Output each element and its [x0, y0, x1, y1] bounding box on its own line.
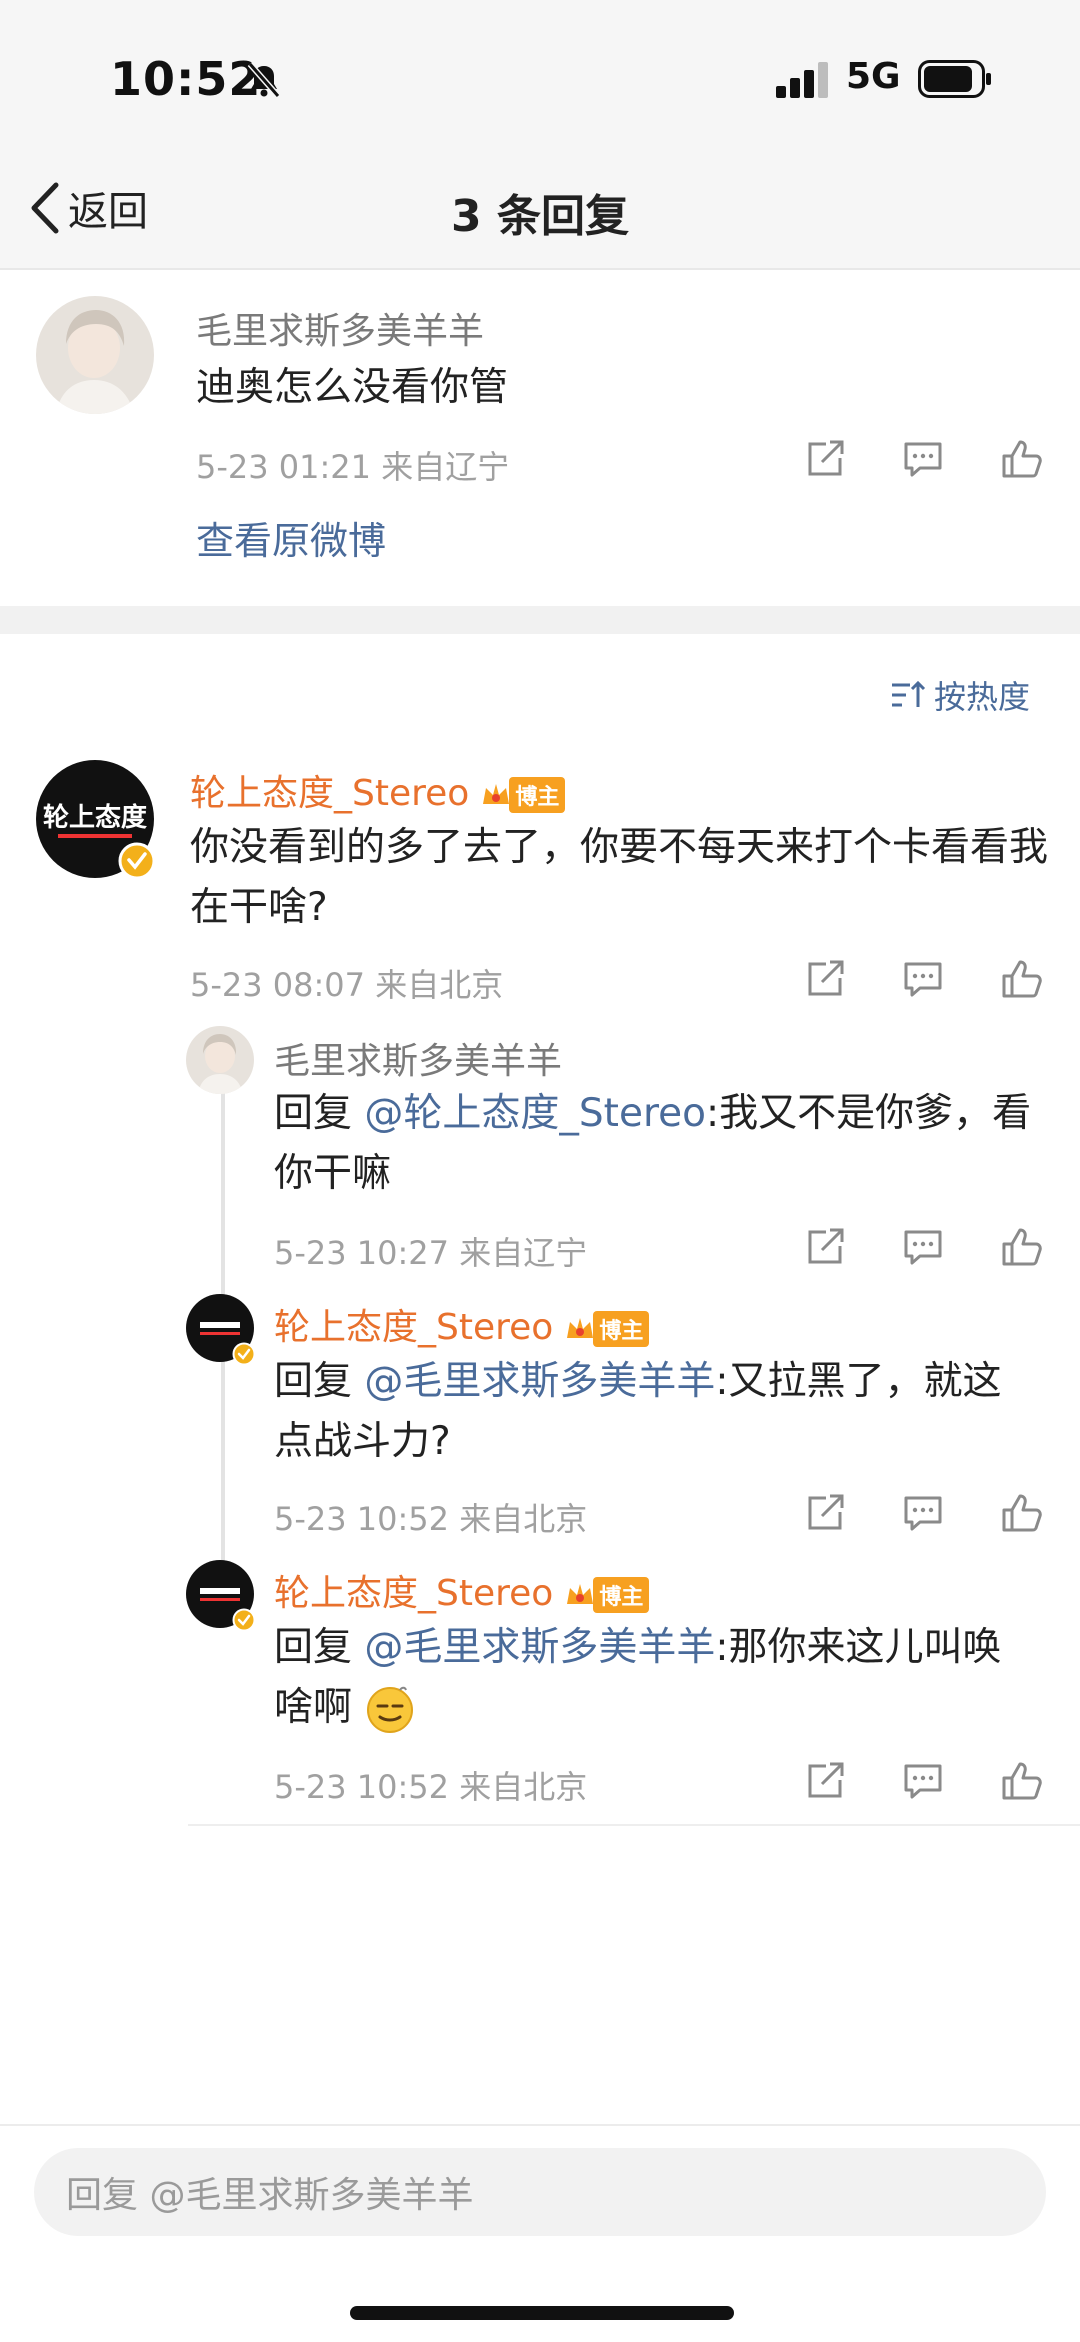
comment-actions — [804, 438, 1042, 480]
share-icon[interactable] — [804, 438, 846, 480]
share-icon[interactable] — [804, 958, 846, 1000]
bell-slash-icon — [247, 62, 281, 98]
avatar-logo-text: 轮上态度 — [43, 802, 147, 833]
comment-icon[interactable] — [902, 958, 944, 1000]
comment-text: 迪奥怎么没看你管 — [196, 365, 509, 410]
battery-icon — [918, 60, 991, 98]
badge-label: 博主 — [593, 1311, 650, 1347]
comment-text: 你没看到的多了去了，你要不每天来打个卡看看我在干啥? — [190, 825, 1049, 930]
reply-meta: 5-23 10:52 来自北京 — [274, 1500, 588, 1538]
page-title: 3 条回复 — [451, 191, 629, 242]
smirk-emoji-icon — [367, 1686, 414, 1733]
comment-meta: 5-23 01:21 来自辽宁 — [196, 448, 510, 486]
comment-meta: 5-23 08:07 来自北京 — [190, 966, 504, 1004]
badge-label: 博主 — [509, 777, 566, 813]
comment-author[interactable]: 毛里求斯多美羊羊 — [196, 302, 484, 354]
reply-actions — [804, 1492, 1042, 1534]
reply-text: 回复 @毛里求斯多美羊羊:又拉黑了，就这点战斗力? — [274, 1352, 1034, 1472]
signal-icon — [776, 62, 828, 98]
avatar[interactable] — [186, 1026, 254, 1094]
reply-actions — [804, 1226, 1042, 1268]
mention-link[interactable]: @轮上态度_Stereo — [364, 1091, 706, 1136]
crown-icon — [483, 784, 510, 804]
like-icon[interactable] — [1000, 438, 1042, 480]
blogger-badge: 博主 — [563, 1577, 650, 1613]
blogger-badge: 博主 — [479, 777, 566, 813]
reply-meta: 5-23 10:52 来自北京 — [274, 1768, 588, 1806]
verified-icon — [118, 842, 156, 880]
share-icon[interactable] — [804, 1492, 846, 1534]
status-time: 10:52 — [110, 52, 262, 106]
divider — [0, 2124, 1080, 2126]
comment-icon[interactable] — [902, 1226, 944, 1268]
crown-icon — [567, 1318, 594, 1338]
reply-prefix: 回复 — [274, 1625, 365, 1670]
home-indicator[interactable] — [350, 2306, 734, 2320]
reply-actions — [804, 1760, 1042, 1802]
reply-meta: 5-23 10:27 来自辽宁 — [274, 1234, 588, 1272]
reply-prefix: 回复 — [274, 1359, 365, 1404]
divider — [188, 1824, 1080, 1826]
view-original-link[interactable]: 查看原微博 — [196, 510, 386, 565]
share-icon[interactable] — [804, 1226, 846, 1268]
reply-author[interactable]: 轮上态度_Stereo 博主 — [274, 1298, 650, 1350]
like-icon[interactable] — [1000, 958, 1042, 1000]
sort-icon — [892, 680, 926, 707]
comment-icon[interactable] — [902, 1760, 944, 1802]
like-icon[interactable] — [1000, 1492, 1042, 1534]
section-separator — [0, 606, 1080, 634]
author-name: 轮上态度_Stereo — [274, 1573, 554, 1614]
like-icon[interactable] — [1000, 1760, 1042, 1802]
author-name: 轮上态度_Stereo — [274, 1307, 554, 1348]
reply-text: 回复 @毛里求斯多美羊羊:那你来这儿叫唤啥啊 — [274, 1618, 1034, 1738]
reply-author[interactable]: 毛里求斯多美羊羊 — [274, 1032, 562, 1084]
comment-icon[interactable] — [902, 1492, 944, 1534]
blogger-badge: 博主 — [563, 1311, 650, 1347]
comment-actions — [804, 958, 1042, 1000]
sort-label: 按热度 — [934, 678, 1031, 716]
crown-icon — [567, 1584, 594, 1604]
badge-label: 博主 — [593, 1577, 650, 1613]
network-type: 5G — [846, 56, 901, 97]
divider — [0, 268, 1080, 270]
comment-author[interactable]: 轮上态度_Stereo 博主 — [190, 764, 566, 816]
reply-author[interactable]: 轮上态度_Stereo 博主 — [274, 1564, 650, 1616]
avatar[interactable] — [36, 296, 154, 414]
mention-link[interactable]: @毛里求斯多美羊羊 — [364, 1625, 715, 1670]
author-name: 轮上态度_Stereo — [190, 773, 470, 814]
verified-icon — [232, 1342, 256, 1366]
mention-link[interactable]: @毛里求斯多美羊羊 — [364, 1359, 715, 1404]
sort-button[interactable]: 按热度 — [890, 672, 1030, 718]
reply-prefix: 回复 — [274, 1091, 365, 1136]
reply-input[interactable]: 回复 @毛里求斯多美羊羊 — [34, 2148, 1046, 2236]
reply-text: 回复 @轮上态度_Stereo:我又不是你爹，看你干嘛 — [274, 1084, 1034, 1204]
verified-icon — [232, 1608, 256, 1632]
comment-icon[interactable] — [902, 438, 944, 480]
share-icon[interactable] — [804, 1760, 846, 1802]
like-icon[interactable] — [1000, 1226, 1042, 1268]
